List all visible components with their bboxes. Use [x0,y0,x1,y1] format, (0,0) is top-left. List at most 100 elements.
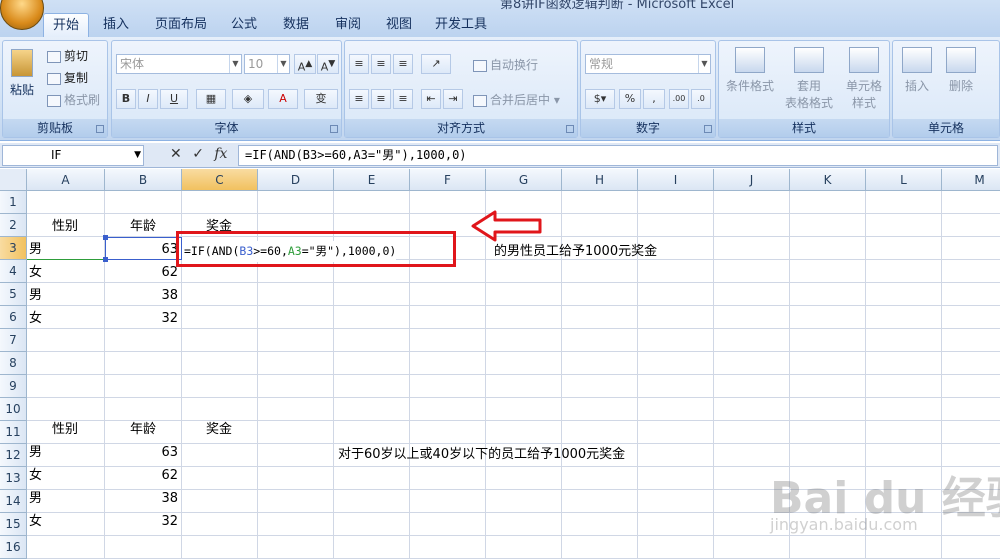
formula-input[interactable]: =IF(AND(B3>=60,A3="男"),1000,0) [238,145,998,166]
table2-age-3[interactable]: 38 [106,487,178,510]
format-as-table-button[interactable]: 套用 表格格式 [781,47,837,111]
office-button[interactable] [0,0,44,30]
table1-age-3[interactable]: 38 [106,284,178,307]
table2-header-bonus[interactable]: 奖金 [206,418,232,441]
column-header-l[interactable]: L [866,169,942,191]
borders-button[interactable]: ▦ [196,89,226,109]
percent-button[interactable]: % [619,89,641,109]
number-launcher[interactable] [704,125,712,133]
row-header-10[interactable]: 10 [0,398,27,421]
row-header-14[interactable]: 14 [0,490,27,513]
increase-indent-button[interactable]: ⇥ [443,89,463,109]
column-header-m[interactable]: M [942,169,1000,191]
table2-gender-2[interactable]: 女 [29,464,42,487]
font-color-button[interactable]: A [268,89,298,109]
tab-insert[interactable]: 插入 [94,13,138,37]
table2-gender-1[interactable]: 男 [29,441,42,464]
cell-styles-button[interactable]: 单元格 样式 [839,47,889,111]
column-header-i[interactable]: I [638,169,714,191]
font-launcher[interactable] [330,125,338,133]
name-box[interactable]: IF ▼ [2,145,144,166]
row-header-8[interactable]: 8 [0,352,27,375]
orientation-button[interactable]: ↗ [421,54,451,74]
column-header-c[interactable]: C [182,169,258,191]
tab-view[interactable]: 视图 [377,13,421,37]
delete-cells-button[interactable]: 删除 [941,47,981,94]
table1-header-age[interactable]: 年龄 [130,215,156,238]
tab-developer[interactable]: 开发工具 [428,13,494,37]
table2-age-2[interactable]: 62 [106,464,178,487]
align-right-button[interactable]: ≡ [393,89,413,109]
row-header-12[interactable]: 12 [0,444,27,467]
tab-home[interactable]: 开始 [43,13,89,37]
row-header-16[interactable]: 16 [0,536,27,559]
tab-data[interactable]: 数据 [274,13,318,37]
column-header-d[interactable]: D [258,169,334,191]
currency-button[interactable]: $▾ [585,89,615,109]
fill-color-button[interactable]: ◈ [232,89,264,109]
table2-gender-3[interactable]: 男 [29,487,42,510]
decrease-indent-button[interactable]: ⇤ [421,89,441,109]
align-middle-button[interactable]: ≡ [371,54,391,74]
column-header-k[interactable]: K [790,169,866,191]
table2-age-4[interactable]: 32 [106,510,178,533]
table1-gender-3[interactable]: 男 [29,284,42,307]
align-bottom-button[interactable]: ≡ [393,54,413,74]
column-header-a[interactable]: A [27,169,105,191]
insert-function-icon[interactable]: fx [214,146,227,162]
b3-handle[interactable] [103,257,108,262]
merge-center-button[interactable]: 合并后居中 ▾ [473,91,560,108]
paste-button[interactable]: 粘贴 [5,49,39,98]
comma-button[interactable]: , [643,89,665,109]
copy-button[interactable]: 复制 [47,69,88,86]
row-header-7[interactable]: 7 [0,329,27,352]
underline-button[interactable]: U [160,89,188,109]
font-name-select[interactable]: 宋体 ▼ [116,54,242,74]
grow-font-button[interactable]: A▲ [294,54,316,74]
format-painter-button[interactable]: 格式刷 [47,91,100,108]
decrease-decimal-button[interactable]: .0 [691,89,711,109]
table2-header-gender[interactable]: 性别 [52,418,78,441]
table1-gender-4[interactable]: 女 [29,307,42,330]
table1-gender-2[interactable]: 女 [29,261,42,284]
row-header-3[interactable]: 3 [0,237,27,260]
row-header-5[interactable]: 5 [0,283,27,306]
row-header-13[interactable]: 13 [0,467,27,490]
increase-decimal-button[interactable]: .00 [669,89,689,109]
table2-header-age[interactable]: 年龄 [130,418,156,441]
table1-header-gender[interactable]: 性别 [52,215,78,238]
align-top-button[interactable]: ≡ [349,54,369,74]
row-header-6[interactable]: 6 [0,306,27,329]
alignment-launcher[interactable] [566,125,574,133]
column-header-b[interactable]: B [105,169,182,191]
insert-cells-button[interactable]: 插入 [897,47,937,94]
shrink-font-button[interactable]: A▼ [317,54,339,74]
table1-age-4[interactable]: 32 [106,307,178,330]
conditional-format-button[interactable]: 条件格式 [721,47,779,94]
row-header-1[interactable]: 1 [0,191,27,214]
b3-handle[interactable] [103,235,108,240]
row-header-11[interactable]: 11 [0,421,27,444]
bold-button[interactable]: B [116,89,136,109]
select-all-corner[interactable] [0,169,27,191]
row-header-2[interactable]: 2 [0,214,27,237]
column-header-f[interactable]: F [410,169,486,191]
column-header-g[interactable]: G [486,169,562,191]
table2-age-1[interactable]: 63 [106,441,178,464]
cancel-icon[interactable]: ✕ [170,146,182,162]
font-size-select[interactable]: 10 ▼ [244,54,290,74]
wrap-text-button[interactable]: 自动换行 [473,56,538,73]
tab-review[interactable]: 审阅 [326,13,370,37]
enter-icon[interactable]: ✓ [192,146,204,162]
tab-page-layout[interactable]: 页面布局 [143,13,219,37]
clipboard-launcher[interactable] [96,125,104,133]
table1-age-2[interactable]: 62 [106,261,178,284]
column-header-j[interactable]: J [714,169,790,191]
italic-button[interactable]: I [138,89,158,109]
table2-gender-4[interactable]: 女 [29,510,42,533]
align-center-button[interactable]: ≡ [371,89,391,109]
phonetic-button[interactable]: 变 [304,89,338,109]
cut-button[interactable]: 剪切 [47,47,88,64]
tab-formulas[interactable]: 公式 [222,13,266,37]
row-header-4[interactable]: 4 [0,260,27,283]
